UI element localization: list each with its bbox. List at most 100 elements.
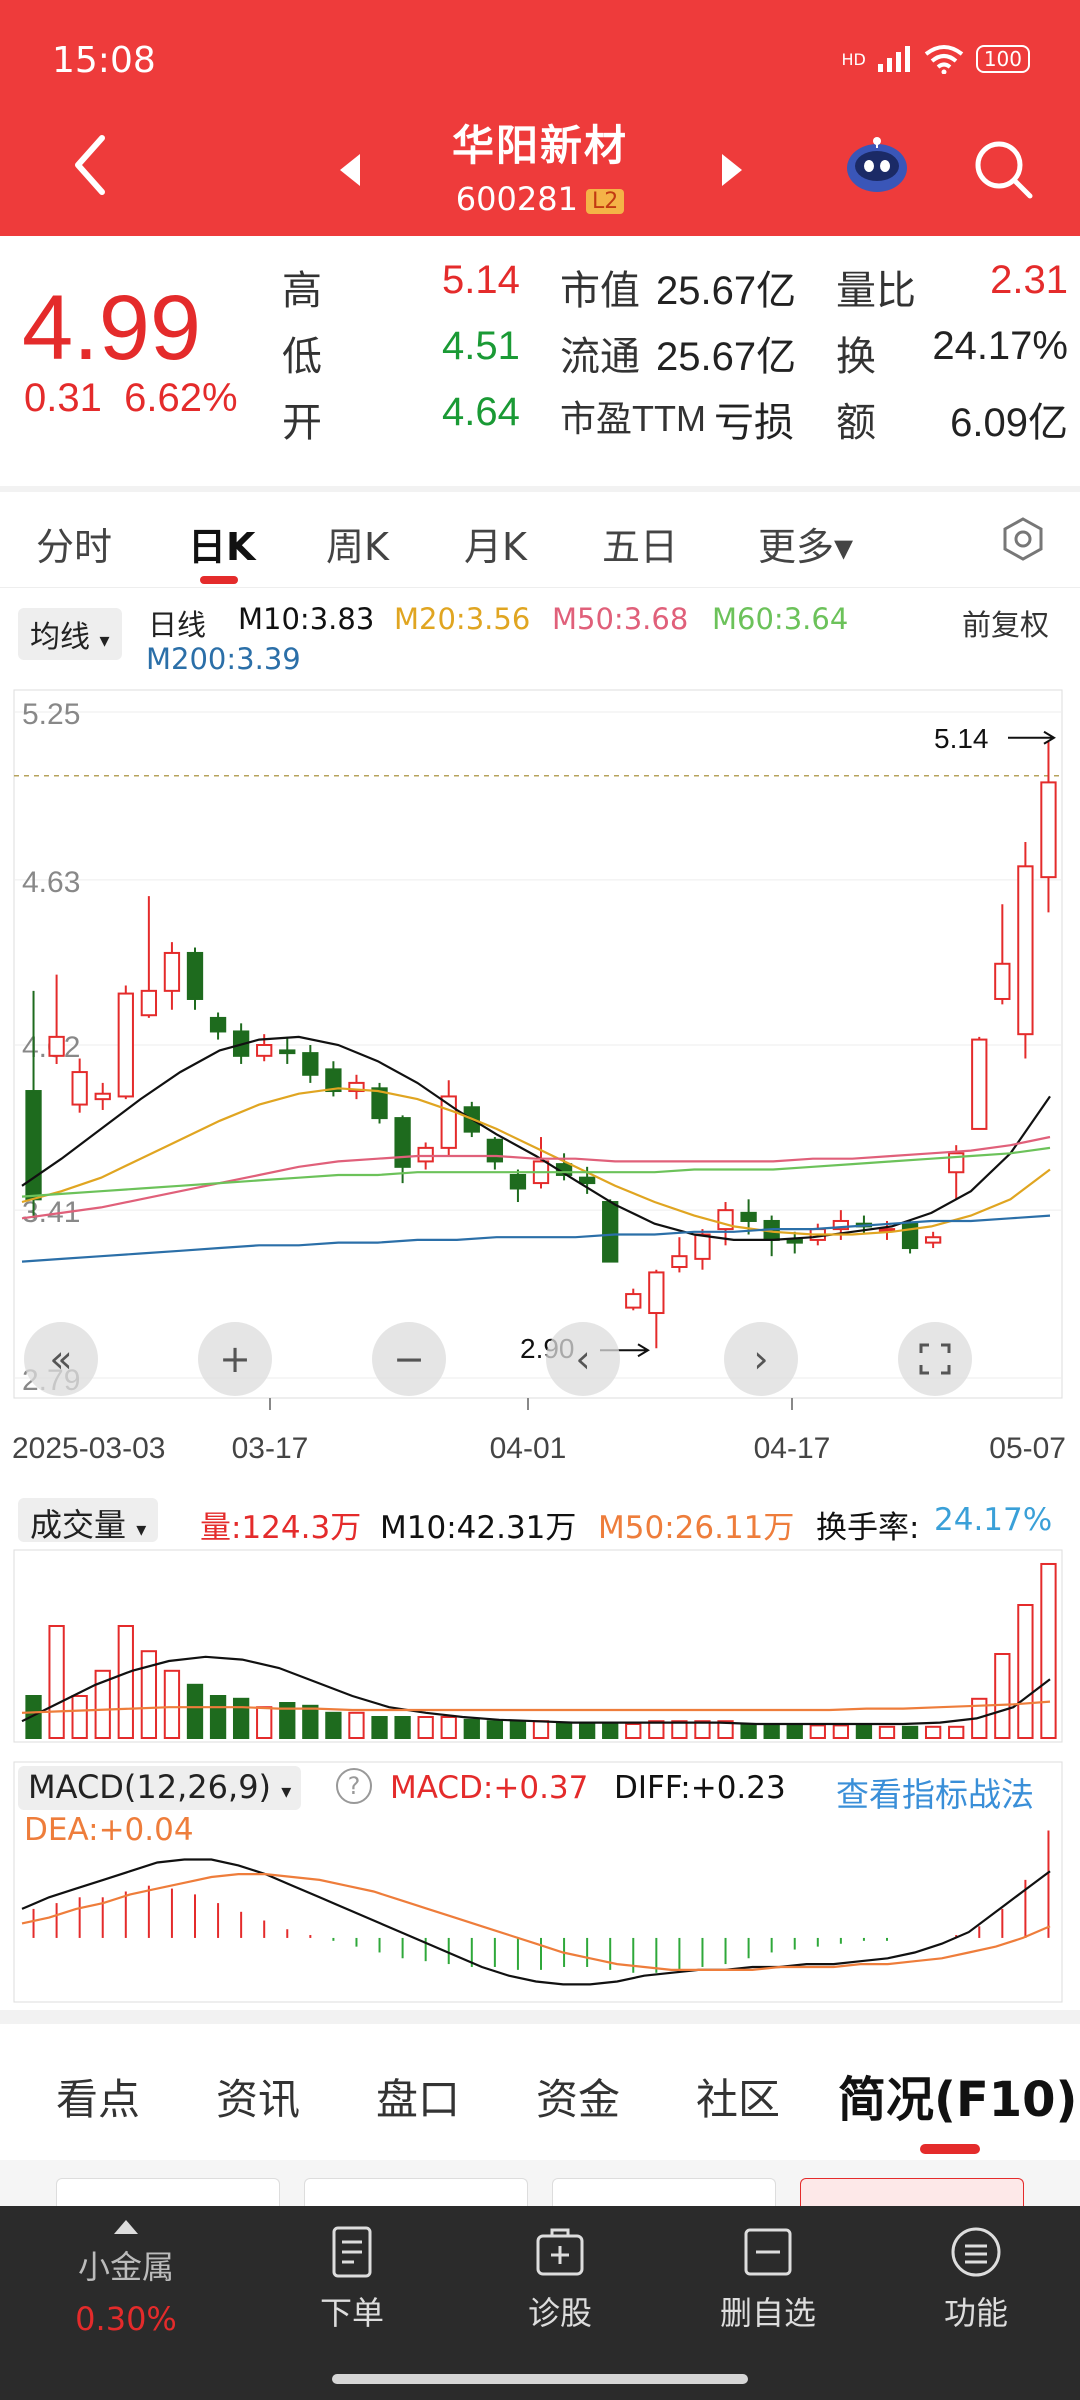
tab-profile-f10[interactable]: 简况(F10) xyxy=(838,2060,1077,2130)
candle-body xyxy=(602,1201,619,1263)
macd-selector[interactable]: MACD(12,26,9) ▾ xyxy=(18,1766,302,1810)
tab-intraday[interactable]: 分时 xyxy=(36,516,112,571)
x-axis-label: 04-17 xyxy=(754,1432,831,1465)
volume-bar xyxy=(532,1720,550,1739)
info-tab-underline xyxy=(920,2144,980,2154)
candle-body xyxy=(94,1092,111,1101)
info-tabs: 看点 资讯 盘口 资金 社区 简况(F10) xyxy=(0,2010,1080,2160)
volume-bar xyxy=(209,1695,227,1739)
search-icon[interactable] xyxy=(972,138,1034,200)
plus-icon: + xyxy=(219,1337,251,1381)
tab-weekly-k[interactable]: 周K xyxy=(326,516,389,571)
zoom-in-button[interactable]: + xyxy=(198,1322,272,1396)
volume-bar xyxy=(325,1711,342,1740)
scroll-left-button[interactable]: ‹ xyxy=(546,1322,620,1396)
network-label: HD xyxy=(841,49,866,69)
stock-code: 600281 xyxy=(455,180,578,218)
scroll-left-fast-button[interactable]: « xyxy=(24,1322,98,1396)
adjust-mode[interactable]: 前复权 xyxy=(962,602,1049,644)
market-sector-item[interactable]: 小金属 0.30% xyxy=(56,2220,196,2338)
candle-body xyxy=(1017,865,1034,1036)
candle-body xyxy=(279,1049,296,1055)
volume-value: 量:124.3万 xyxy=(200,1510,362,1546)
nav-remove-watchlist-label: 删自选 xyxy=(719,2294,816,2332)
volume-bar xyxy=(48,1625,65,1739)
value-market-cap: 25.67亿 xyxy=(656,269,797,313)
volume-bar xyxy=(394,1716,411,1739)
double-chevron-left-icon: « xyxy=(49,1337,73,1381)
value-turnover: 24.17% xyxy=(932,324,1068,368)
candle-body xyxy=(394,1117,411,1168)
help-icon[interactable]: ? xyxy=(336,1768,372,1804)
dea-value: DEA:+0.04 xyxy=(24,1812,194,1848)
candle-body xyxy=(648,1271,665,1315)
menu-circle-icon xyxy=(951,2227,1001,2277)
volume-bar xyxy=(578,1721,596,1739)
candle-body xyxy=(256,1044,273,1057)
indicator-strategy-link[interactable]: 查看指标战法 xyxy=(836,1768,1034,1816)
volume-bar xyxy=(417,1716,434,1739)
ma-selector[interactable]: 均线 ▾ xyxy=(18,608,122,660)
volume-bar xyxy=(786,1724,803,1740)
nav-functions[interactable]: 功能 xyxy=(906,2224,1046,2334)
candle-body xyxy=(509,1173,527,1190)
minus-icon: − xyxy=(393,1337,425,1381)
chevron-down-icon: ▾ xyxy=(136,1517,147,1541)
macd-selector-label: MACD(12,26,9) xyxy=(28,1768,272,1806)
robot-assistant-icon[interactable] xyxy=(842,136,912,196)
tab-order-book[interactable]: 盘口 xyxy=(376,2066,460,2127)
l2-badge[interactable]: L2 xyxy=(585,188,625,214)
tab-monthly-k[interactable]: 月K xyxy=(464,516,527,571)
volume-bar xyxy=(763,1723,780,1739)
volume-bar xyxy=(371,1716,388,1739)
ma-m60: M60:3.64 xyxy=(712,602,849,636)
chevron-left-icon: ‹ xyxy=(575,1337,591,1381)
volume-bar xyxy=(163,1669,181,1740)
settings-hexagon-icon[interactable] xyxy=(1000,516,1046,562)
candle-body xyxy=(786,1238,803,1244)
y-tick-label: 5.25 xyxy=(22,698,80,731)
scroll-right-button[interactable]: › xyxy=(724,1322,798,1396)
x-axis-label: 03-17 xyxy=(232,1432,309,1465)
tab-news[interactable]: 资讯 xyxy=(216,2066,300,2127)
nav-functions-label: 功能 xyxy=(943,2294,1008,2332)
header-bar: 15:08 HD 100 华阳新材 600281 L2 xyxy=(0,0,1080,236)
zoom-out-button[interactable]: − xyxy=(372,1322,446,1396)
volume-m10: M10:42.31万 xyxy=(380,1510,577,1546)
nav-diagnose[interactable]: 诊股 xyxy=(490,2224,630,2334)
tab-capital[interactable]: 资金 xyxy=(536,2066,620,2127)
fullscreen-icon xyxy=(919,1343,951,1375)
label-turnover: 换 xyxy=(836,335,876,379)
chevron-down-icon: ▾ xyxy=(99,628,110,652)
sector-name: 小金属 xyxy=(77,2248,174,2286)
minus-box-icon xyxy=(744,2228,792,2276)
volume-bar xyxy=(832,1724,850,1740)
nav-remove-watchlist[interactable]: 删自选 xyxy=(698,2224,838,2334)
label-open: 开 xyxy=(282,401,322,445)
candle-body xyxy=(971,1038,988,1130)
candle-body xyxy=(740,1211,757,1222)
tab-highlights[interactable]: 看点 xyxy=(56,2066,140,2127)
volume-bar xyxy=(740,1723,757,1739)
candle-body xyxy=(48,1035,65,1057)
signal-icon xyxy=(877,46,910,72)
volume-bar xyxy=(232,1697,250,1740)
tab-community[interactable]: 社区 xyxy=(696,2066,780,2127)
label-amount: 额 xyxy=(836,401,876,445)
tab-daily-k[interactable]: 日K xyxy=(188,516,255,571)
candle-body xyxy=(694,1233,711,1260)
nav-diagnose-label: 诊股 xyxy=(527,2294,592,2332)
candle-body xyxy=(71,1071,88,1106)
gesture-bar[interactable] xyxy=(332,2374,748,2384)
fullscreen-button[interactable] xyxy=(898,1322,972,1396)
label-market-cap: 市值 xyxy=(560,269,640,313)
period-label: 日线 xyxy=(148,608,207,642)
volume-selector[interactable]: 成交量 ▾ xyxy=(18,1498,159,1544)
current-price: 4.99 xyxy=(22,277,202,379)
nav-order[interactable]: 下单 xyxy=(282,2224,422,2334)
high-marker-label: 5.14 xyxy=(934,723,989,754)
value-pe-ttm: 亏损 xyxy=(714,401,794,445)
tab-more[interactable]: 更多▾ xyxy=(758,516,853,571)
tab-five-day[interactable]: 五日 xyxy=(602,516,678,571)
volume-bar xyxy=(671,1720,688,1739)
